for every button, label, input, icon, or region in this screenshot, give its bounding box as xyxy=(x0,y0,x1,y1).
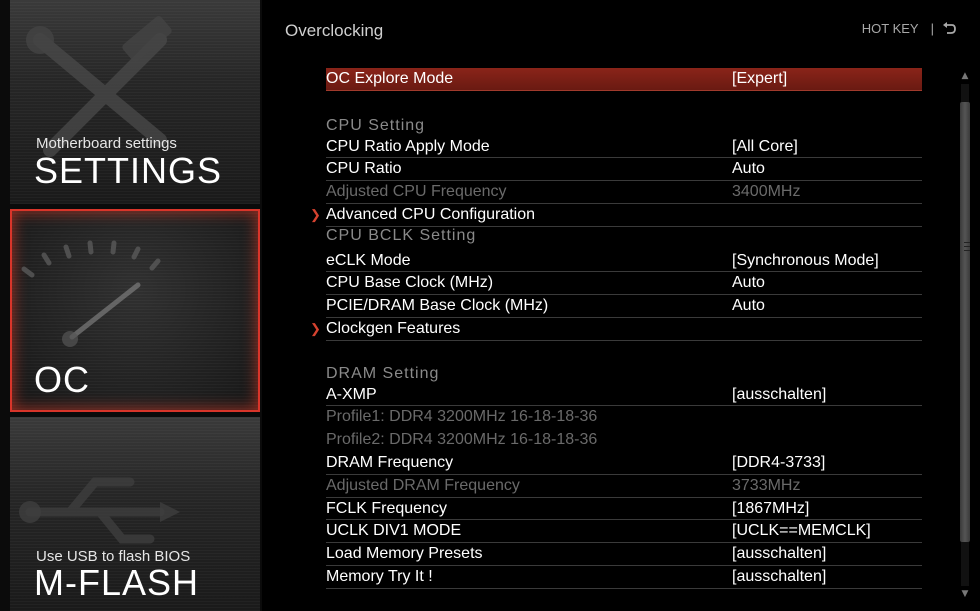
adjusted-cpu-frequency-row: Adjusted CPU Frequency 3400MHz xyxy=(326,181,922,204)
adjusted-cpu-frequency-value: 3400MHz xyxy=(732,183,801,201)
advanced-cpu-configuration-row[interactable]: ❯ Advanced CPU Configuration xyxy=(310,204,922,227)
adjusted-cpu-frequency-label: Adjusted CPU Frequency xyxy=(326,183,507,201)
cpu-ratio-apply-mode-label: CPU Ratio Apply Mode xyxy=(326,137,490,155)
clockgen-features-row[interactable]: ❯ Clockgen Features xyxy=(310,318,922,341)
memory-try-it-value: [ausschalten] xyxy=(732,567,827,585)
eclk-mode-value: [Synchronous Mode] xyxy=(732,251,879,269)
clockgen-features-label: Clockgen Features xyxy=(326,319,461,337)
cpu-ratio-row[interactable]: CPU Ratio Auto xyxy=(326,158,922,182)
load-memory-presets-row[interactable]: Load Memory Presets [ausschalten] xyxy=(326,543,922,566)
profile2-label: Profile2: DDR4 3200MHz 16-18-18-36 xyxy=(326,431,598,449)
pcie-dram-base-clock-row[interactable]: PCIE/DRAM Base Clock (MHz) Auto xyxy=(326,295,922,318)
cpu-ratio-apply-mode-row[interactable]: CPU Ratio Apply Mode [All Core] xyxy=(326,136,922,159)
adjusted-dram-frequency-row: Adjusted DRAM Frequency 3733MHz xyxy=(326,475,922,498)
cpu-bclk-setting-header: CPU BCLK Setting xyxy=(326,226,477,244)
settings-title: SETTINGS xyxy=(34,150,223,191)
cpu-ratio-label: CPU Ratio xyxy=(326,160,402,178)
load-memory-presets-value: [ausschalten] xyxy=(732,545,827,563)
fclk-frequency-label: FCLK Frequency xyxy=(326,499,447,517)
hotkey-separator: | xyxy=(930,21,934,36)
cpu-base-clock-value: Auto xyxy=(732,274,765,292)
page-title: Overclocking xyxy=(285,21,384,40)
fclk-frequency-value: [1867MHz] xyxy=(732,499,810,517)
submenu-arrow-icon: ❯ xyxy=(310,206,321,222)
scroll-up-icon[interactable]: ▲ xyxy=(958,70,972,82)
eclk-mode-label: eCLK Mode xyxy=(326,251,411,269)
uclk-div1-mode-value: [UCLK==MEMCLK] xyxy=(732,522,871,540)
a-xmp-label: A-XMP xyxy=(326,385,377,403)
dram-frequency-value: [DDR4-3733] xyxy=(732,453,826,471)
mflash-title: M-FLASH xyxy=(34,562,200,603)
a-xmp-value: [ausschalten] xyxy=(732,385,827,403)
oc-panel[interactable]: OC xyxy=(10,209,260,412)
settings-list: OC Explore Mode [Expert] CPU Setting CPU… xyxy=(310,68,922,589)
cpu-ratio-value: Auto xyxy=(732,160,765,178)
dram-setting-header: DRAM Setting xyxy=(326,364,440,382)
adjusted-dram-frequency-value: 3733MHz xyxy=(732,476,801,494)
dram-frequency-row[interactable]: DRAM Frequency [DDR4-3733] xyxy=(326,452,922,475)
uclk-div1-mode-row[interactable]: UCLK DIV1 MODE [UCLK==MEMCLK] xyxy=(326,520,922,544)
profile2-row: Profile2: DDR4 3200MHz 16-18-18-36 xyxy=(326,429,922,452)
cpu-base-clock-label: CPU Base Clock (MHz) xyxy=(326,274,494,292)
memory-try-it-label: Memory Try It ! xyxy=(326,567,433,585)
submenu-arrow-icon: ❯ xyxy=(310,320,321,336)
oc-explore-mode-label: OC Explore Mode xyxy=(326,70,454,87)
eclk-mode-row[interactable]: eCLK Mode [Synchronous Mode] xyxy=(326,250,922,273)
uclk-div1-mode-label: UCLK DIV1 MODE xyxy=(326,522,462,540)
a-xmp-row[interactable]: A-XMP [ausschalten] xyxy=(326,384,922,407)
fclk-frequency-row[interactable]: FCLK Frequency [1867MHz] xyxy=(326,498,922,521)
pcie-dram-base-clock-value: Auto xyxy=(732,297,765,315)
memory-try-it-row[interactable]: Memory Try It ! [ausschalten] xyxy=(326,566,922,589)
sidebar: Motherboard settings SETTINGS OC Use USB… xyxy=(0,0,262,611)
advanced-cpu-configuration-label: Advanced CPU Configuration xyxy=(326,205,536,223)
undo-arrow-icon[interactable] xyxy=(942,21,956,36)
adjusted-dram-frequency-label: Adjusted DRAM Frequency xyxy=(326,476,520,494)
cpu-setting-header: CPU Setting xyxy=(326,116,426,134)
mflash-panel[interactable]: Use USB to flash BIOS M-FLASH xyxy=(10,417,260,611)
cpu-base-clock-row[interactable]: CPU Base Clock (MHz) Auto xyxy=(326,272,922,296)
scrollbar-thumb[interactable] xyxy=(960,102,970,542)
main-panel: Overclocking HOT KEY | OC Explore Mode [… xyxy=(262,0,980,611)
oc-title: OC xyxy=(34,359,90,400)
hotkey-area: HOT KEY | xyxy=(862,21,956,36)
pcie-dram-base-clock-label: PCIE/DRAM Base Clock (MHz) xyxy=(326,297,549,315)
scrollbar[interactable]: ▲ ▼ xyxy=(958,70,972,600)
oc-explore-mode-value: [Expert] xyxy=(732,70,788,87)
hotkey-label[interactable]: HOT KEY xyxy=(862,21,919,36)
scroll-down-icon[interactable]: ▼ xyxy=(958,588,972,600)
cpu-ratio-apply-mode-value: [All Core] xyxy=(732,137,798,155)
load-memory-presets-label: Load Memory Presets xyxy=(326,545,483,563)
profile1-label: Profile1: DDR4 3200MHz 16-18-18-36 xyxy=(326,408,598,426)
dram-frequency-label: DRAM Frequency xyxy=(326,453,454,471)
oc-explore-mode-row[interactable]: OC Explore Mode [Expert] xyxy=(326,68,922,91)
profile1-row: Profile1: DDR4 3200MHz 16-18-18-36 xyxy=(326,406,922,429)
settings-panel[interactable]: Motherboard settings SETTINGS xyxy=(10,0,260,204)
